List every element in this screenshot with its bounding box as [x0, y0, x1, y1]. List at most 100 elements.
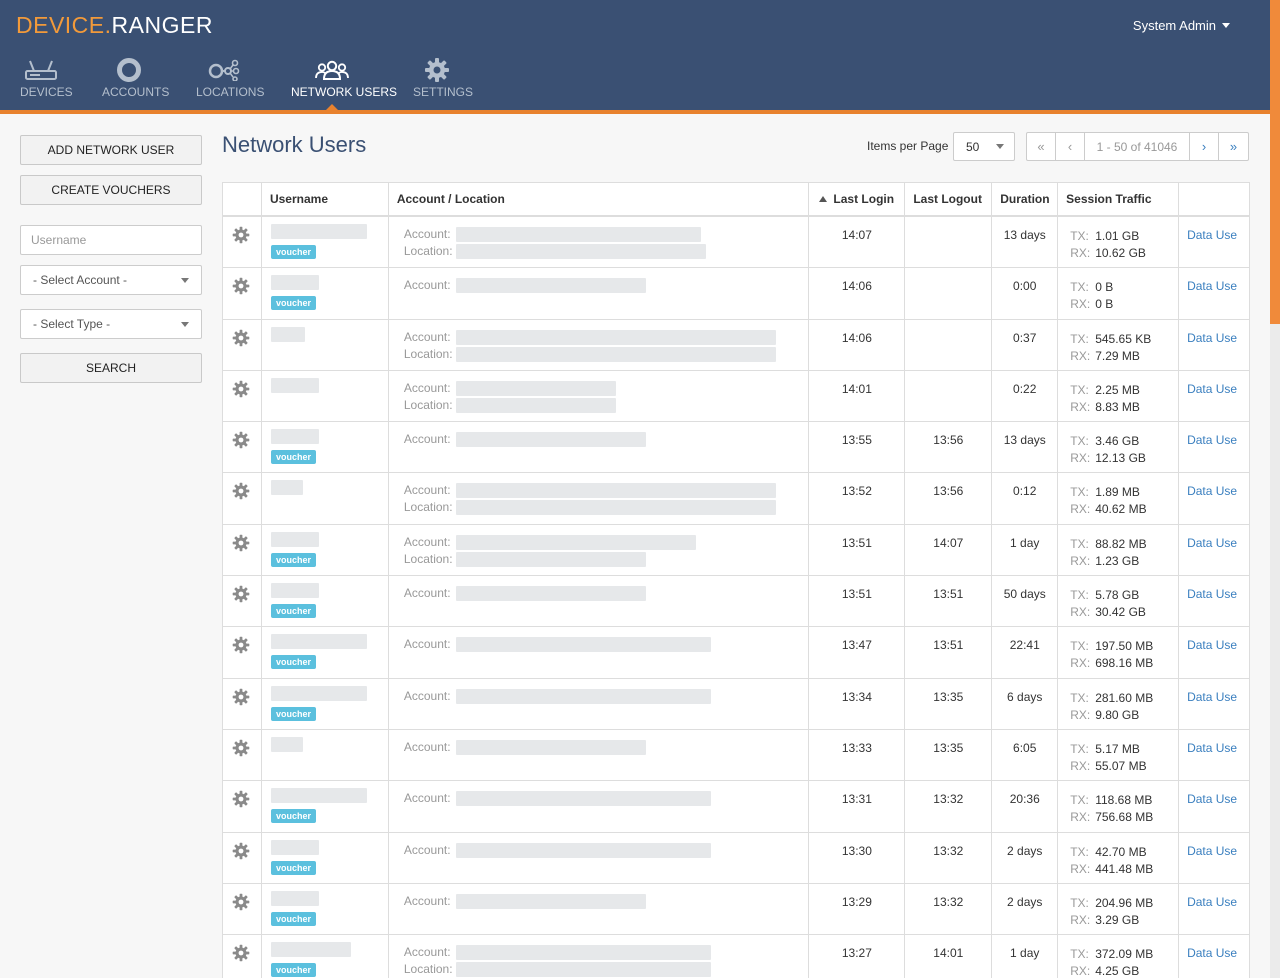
app-logo[interactable]: DEVICE.RANGER — [16, 12, 213, 39]
username-cell[interactable] — [262, 370, 389, 422]
data-use-link[interactable]: Data Use — [1187, 844, 1237, 858]
tx-line: TX: 3.46 GB — [1070, 433, 1146, 450]
nav-item-locations[interactable]: Locations — [196, 55, 264, 110]
rx-label: RX: — [1070, 399, 1091, 414]
row-settings-gear-icon[interactable] — [232, 534, 250, 555]
nav-item-settings[interactable]: Settings — [413, 55, 473, 110]
row-settings-gear-icon[interactable] — [232, 842, 250, 863]
header-session-traffic[interactable]: Session Traffic — [1058, 183, 1180, 215]
data-use-link[interactable]: Data Use — [1187, 228, 1237, 242]
username-search-input[interactable] — [20, 225, 202, 255]
row-settings-gear-icon[interactable] — [232, 482, 250, 503]
create-vouchers-button[interactable]: CREATE VOUCHERS — [20, 175, 202, 205]
tx-value: 42.70 MB — [1095, 844, 1147, 859]
username-cell[interactable]: voucher — [262, 883, 389, 935]
nav-item-accounts[interactable]: Accounts — [102, 55, 169, 110]
user-menu[interactable]: System Admin — [1133, 18, 1230, 33]
duration-cell: 6:05 — [992, 729, 1059, 781]
data-use-link[interactable]: Data Use — [1187, 331, 1237, 345]
header-account-location[interactable]: Account / Location — [389, 183, 810, 215]
account-label: Account: — [403, 637, 451, 652]
row-settings-gear-icon[interactable] — [232, 636, 250, 657]
row-settings-gear-icon[interactable] — [232, 944, 250, 965]
username-cell[interactable]: voucher — [262, 781, 389, 832]
last-page-button[interactable]: » — [1219, 133, 1248, 160]
data-use-link[interactable]: Data Use — [1187, 536, 1237, 550]
data-use-link[interactable]: Data Use — [1187, 741, 1237, 755]
add-network-user-button[interactable]: ADD NETWORK USER — [20, 135, 202, 165]
rx-label: RX: — [1070, 451, 1091, 466]
row-settings-gear-icon[interactable] — [232, 431, 250, 452]
row-settings-gear-icon[interactable] — [232, 226, 250, 247]
duration-cell: 13 days — [992, 217, 1059, 268]
username-cell[interactable] — [262, 473, 389, 524]
username-cell[interactable]: voucher — [262, 268, 389, 319]
username-cell[interactable]: voucher — [262, 576, 389, 627]
username-cell[interactable]: voucher — [262, 935, 389, 978]
nav-item-network-users[interactable]: Network Users — [291, 55, 397, 110]
logo-ranger-text: RANGER — [111, 12, 213, 38]
row-settings-gear-icon[interactable] — [232, 380, 250, 401]
row-settings-gear-icon[interactable] — [232, 329, 250, 350]
header-last-logout[interactable]: Last Logout — [905, 183, 993, 215]
last-logout-cell: 14:01 — [905, 935, 993, 978]
rx-label: RX: — [1070, 553, 1091, 568]
account-label: Account: — [403, 483, 451, 498]
search-button[interactable]: SEARCH — [20, 353, 202, 383]
nav-item-devices[interactable]: Devices — [20, 55, 73, 110]
tx-value: 5.78 GB — [1095, 588, 1140, 603]
duration-value: 2 days — [1007, 894, 1043, 909]
username-cell[interactable] — [262, 319, 389, 370]
row-settings-gear-icon[interactable] — [232, 688, 250, 709]
username-cell[interactable]: voucher — [262, 678, 389, 729]
username-cell[interactable]: voucher — [262, 832, 389, 883]
rx-label: RX: — [1070, 605, 1091, 620]
data-use-link[interactable]: Data Use — [1187, 895, 1237, 909]
data-use-link[interactable]: Data Use — [1187, 484, 1237, 498]
session-traffic-cell: TX: 197.50 MB RX: 698.16 MB — [1058, 627, 1180, 678]
first-page-button[interactable]: « — [1027, 133, 1056, 160]
username-redacted — [270, 429, 319, 445]
username-cell[interactable] — [262, 729, 389, 781]
row-settings-gear-icon[interactable] — [232, 893, 250, 914]
row-actions-cell — [223, 268, 262, 319]
data-use-link[interactable]: Data Use — [1187, 382, 1237, 396]
data-use-link[interactable]: Data Use — [1187, 792, 1237, 806]
tx-value: 5.17 MB — [1095, 741, 1140, 756]
data-use-link[interactable]: Data Use — [1187, 433, 1237, 447]
rx-value: 1.23 GB — [1095, 553, 1140, 568]
select-type-dropdown[interactable]: - Select Type - — [20, 309, 202, 339]
last-logout-cell: 13:56 — [905, 473, 993, 524]
gear-icon — [413, 55, 460, 85]
select-account-dropdown[interactable]: - Select Account - — [20, 265, 202, 295]
items-per-page-select[interactable]: 50 — [953, 132, 1015, 161]
data-use-link[interactable]: Data Use — [1187, 279, 1237, 293]
username-cell[interactable]: voucher — [262, 524, 389, 576]
last-logout-cell: 13:51 — [905, 576, 993, 627]
prev-page-button[interactable]: ‹ — [1056, 133, 1085, 160]
rx-line: RX: 1.23 GB — [1070, 553, 1146, 570]
data-use-cell: Data Use — [1179, 473, 1249, 523]
session-traffic-cell: TX: 5.17 MB RX: 55.07 MB — [1058, 729, 1180, 781]
account-location-cell: Account: Location: — [389, 935, 810, 978]
next-page-button[interactable]: › — [1190, 133, 1219, 160]
row-settings-gear-icon[interactable] — [232, 739, 250, 760]
header-username[interactable]: Username — [262, 183, 389, 215]
data-use-link[interactable]: Data Use — [1187, 690, 1237, 704]
last-logout-cell: 13:51 — [905, 627, 993, 678]
duration-value: 6:05 — [1013, 740, 1037, 755]
account-redacted — [455, 278, 646, 294]
data-use-link[interactable]: Data Use — [1187, 946, 1237, 960]
username-cell[interactable]: voucher — [262, 422, 389, 473]
row-settings-gear-icon[interactable] — [232, 277, 250, 298]
data-use-link[interactable]: Data Use — [1187, 638, 1237, 652]
row-settings-gear-icon[interactable] — [232, 790, 250, 811]
username-cell[interactable]: voucher — [262, 217, 389, 268]
header-last-login[interactable]: Last Login — [809, 183, 906, 215]
rx-label: RX: — [1070, 912, 1091, 927]
data-use-link[interactable]: Data Use — [1187, 587, 1237, 601]
row-settings-gear-icon[interactable] — [232, 585, 250, 606]
scrollbar-thumb[interactable] — [1270, 0, 1280, 324]
username-cell[interactable]: voucher — [262, 627, 389, 678]
header-duration[interactable]: Duration — [992, 183, 1059, 215]
